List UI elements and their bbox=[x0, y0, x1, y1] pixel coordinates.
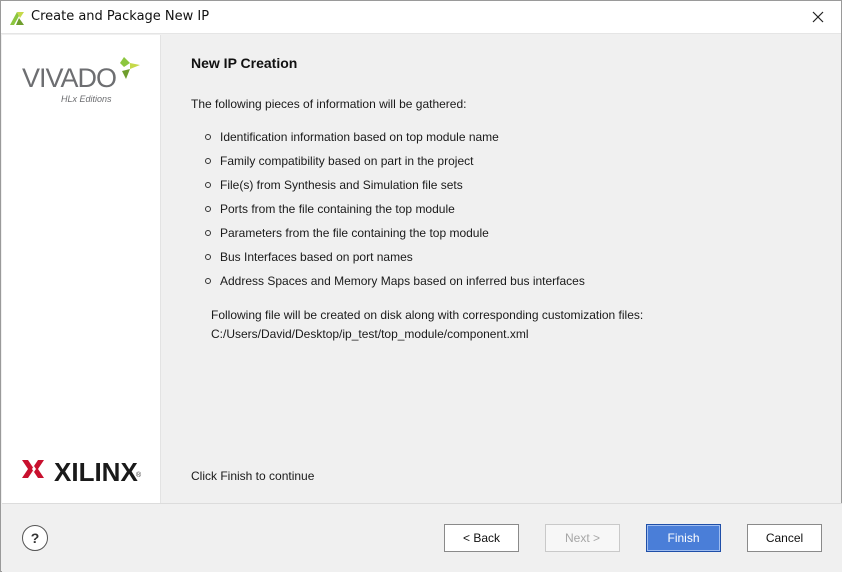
next-button[interactable]: Next > bbox=[545, 524, 620, 552]
list-item: Identification information based on top … bbox=[205, 125, 585, 149]
list-item-text: Address Spaces and Memory Maps based on … bbox=[220, 274, 585, 288]
back-button-label: < Back bbox=[462, 531, 501, 545]
bullet-icon bbox=[205, 134, 211, 140]
list-item-text: Family compatibility based on part in th… bbox=[220, 154, 474, 168]
vivado-edition-text: HLx Editions bbox=[61, 94, 112, 104]
cancel-button[interactable]: Cancel bbox=[747, 524, 822, 552]
list-item-text: Identification information based on top … bbox=[220, 130, 499, 144]
list-item-text: File(s) from Synthesis and Simulation fi… bbox=[220, 178, 463, 192]
list-item-text: Parameters from the file containing the … bbox=[220, 226, 489, 240]
xilinx-registered-mark: ® bbox=[136, 472, 142, 479]
info-list: Identification information based on top … bbox=[205, 125, 585, 293]
list-item: Parameters from the file containing the … bbox=[205, 221, 585, 245]
list-item-text: Ports from the file containing the top m… bbox=[220, 202, 455, 216]
vivado-logo: VIVADO HLx Editions bbox=[22, 53, 147, 108]
page-title: New IP Creation bbox=[191, 55, 298, 71]
xilinx-x-icon bbox=[22, 460, 44, 478]
finish-button[interactable]: Finish bbox=[646, 524, 721, 552]
list-item: Ports from the file containing the top m… bbox=[205, 197, 585, 221]
bullet-icon bbox=[205, 230, 211, 236]
list-item: Bus Interfaces based on port names bbox=[205, 245, 585, 269]
list-item: Address Spaces and Memory Maps based on … bbox=[205, 269, 585, 293]
xilinx-logo: XILINX ® bbox=[22, 455, 147, 487]
xilinx-logo-text: XILINX bbox=[54, 457, 138, 487]
main-content: New IP Creation The following pieces of … bbox=[191, 35, 831, 503]
list-item: Family compatibility based on part in th… bbox=[205, 149, 585, 173]
output-file-path: C:/Users/David/Desktop/ip_test/top_modul… bbox=[211, 327, 529, 341]
close-icon bbox=[812, 11, 824, 23]
finish-button-label: Finish bbox=[667, 531, 700, 545]
button-bar: ? < Back Next > Finish Cancel bbox=[2, 503, 842, 572]
bullet-icon bbox=[205, 158, 211, 164]
vivado-logo-text: VIVADO bbox=[22, 63, 117, 93]
list-item: File(s) from Synthesis and Simulation fi… bbox=[205, 173, 585, 197]
intro-text: The following pieces of information will… bbox=[191, 97, 467, 111]
output-file-description: Following file will be created on disk a… bbox=[211, 308, 644, 322]
vivado-leaf-icon bbox=[120, 57, 140, 79]
bullet-icon bbox=[205, 278, 211, 284]
help-button[interactable]: ? bbox=[22, 525, 48, 551]
next-button-label: Next > bbox=[564, 531, 600, 545]
list-item-text: Bus Interfaces based on port names bbox=[220, 250, 413, 264]
back-button[interactable]: < Back bbox=[444, 524, 519, 552]
close-button[interactable] bbox=[795, 1, 841, 33]
dialog-window: Create and Package New IP VIVADO HLx Edi… bbox=[0, 0, 842, 572]
window-title: Create and Package New IP bbox=[31, 9, 210, 24]
bullet-icon bbox=[205, 182, 211, 188]
bullet-icon bbox=[205, 254, 211, 260]
vivado-app-icon bbox=[10, 12, 24, 25]
help-icon: ? bbox=[30, 530, 40, 546]
title-bar: Create and Package New IP bbox=[1, 1, 841, 34]
bullet-icon bbox=[205, 206, 211, 212]
cancel-button-label: Cancel bbox=[765, 531, 804, 545]
branding-panel: VIVADO HLx Editions XILINX ® bbox=[2, 35, 161, 503]
output-file-note: Following file will be created on disk a… bbox=[211, 306, 643, 344]
continue-instruction: Click Finish to continue bbox=[191, 469, 315, 483]
